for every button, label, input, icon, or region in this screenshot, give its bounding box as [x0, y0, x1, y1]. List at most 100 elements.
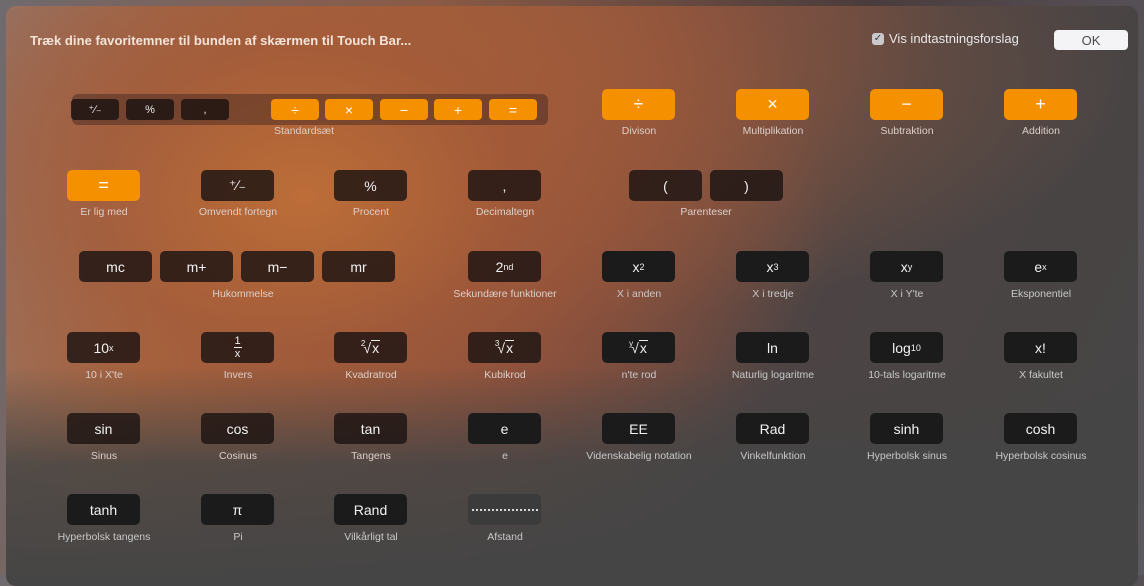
suggestions-checkbox[interactable]: ✓ Vis indtastningsforslag [872, 31, 1019, 46]
nth-root-item[interactable]: y √ x [602, 332, 675, 363]
std-multiply-key: × [325, 99, 373, 120]
ten-power-x-item[interactable]: 10 x [67, 332, 140, 363]
x-squared-item[interactable]: x2 [602, 251, 675, 282]
x-power-y-label: X i Y'te [890, 288, 924, 300]
standard-set-label: Standardsæt [273, 125, 335, 137]
tanh-label: Hyperbolsk tangens [57, 531, 151, 543]
checkmark-icon[interactable]: ✓ [872, 32, 884, 45]
exponential-base: e [1034, 258, 1043, 275]
dotted-spacer-icon [471, 508, 538, 511]
x-squared-label: X i anden [616, 288, 662, 300]
inverse-label: Invers [223, 369, 253, 381]
touchbar-customization-panel: Træk dine favoritemner til bunden af skæ… [6, 6, 1138, 586]
ten-power-base: 10 [93, 339, 110, 356]
std-negate-key: ⁺∕₋ [71, 99, 119, 120]
log10-item[interactable]: log 10 [870, 332, 943, 363]
tan-label: Tangens [351, 450, 391, 462]
decimal-item[interactable]: , [468, 170, 541, 201]
log10-label: 10-tals logaritme [868, 369, 946, 381]
second-functions-label: Sekundære funktioner [453, 288, 557, 300]
natural-log-item[interactable]: ln [736, 332, 809, 363]
x-power-y-item[interactable]: xy [870, 251, 943, 282]
ten-power-x-label: 10 i X'te [85, 369, 123, 381]
root-index: 3 [494, 338, 500, 348]
radicand: x [371, 339, 381, 356]
percent-item[interactable]: % [334, 170, 407, 201]
std-divide-key: ÷ [271, 99, 319, 120]
cube-root-icon: 3 √ x [494, 338, 515, 356]
sinh-item[interactable]: sinh [870, 413, 943, 444]
second-functions-item[interactable]: 2nd [468, 251, 541, 282]
memory-label: Hukommelse [212, 288, 274, 300]
cube-root-label: Kubikrod [484, 369, 526, 381]
cube-root-item[interactable]: 3 √ x [468, 332, 541, 363]
square-root-label: Kvadratrod [345, 369, 397, 381]
root-index: 2 [360, 338, 366, 348]
x-power-y-base: x [900, 258, 908, 275]
pi-item[interactable]: π [201, 494, 274, 525]
sin-label: Sinus [90, 450, 118, 462]
exponential-label: Eksponentiel [1010, 288, 1072, 300]
sinh-label: Hyperbolsk sinus [867, 450, 947, 462]
spacer-item[interactable] [468, 494, 541, 525]
std-percent-key: % [126, 99, 174, 120]
ok-button[interactable]: OK [1054, 30, 1128, 50]
memory-recall-item[interactable]: mr [322, 251, 395, 282]
divide-item[interactable]: ÷ [602, 89, 675, 120]
parentheses-label: Parenteser [680, 206, 732, 218]
memory-add-item[interactable]: m+ [160, 251, 233, 282]
add-item[interactable]: + [1004, 89, 1077, 120]
cos-item[interactable]: cos [201, 413, 274, 444]
square-root-item[interactable]: 2 √ x [334, 332, 407, 363]
divide-label: Divison [621, 125, 657, 137]
inverse-numerator: 1 [234, 335, 241, 347]
square-root-icon: 2 √ x [360, 338, 381, 356]
inverse-denominator: x [234, 348, 241, 360]
exponential-item[interactable]: ex [1004, 251, 1077, 282]
suggestions-label: Vis indtastningsforslag [889, 31, 1019, 46]
memory-subtract-item[interactable]: m− [241, 251, 314, 282]
factorial-item[interactable]: x! [1004, 332, 1077, 363]
x-cubed-item[interactable]: x3 [736, 251, 809, 282]
e-label: e [502, 450, 508, 462]
nth-root-icon: y √ x [629, 338, 648, 356]
rad-item[interactable]: Rad [736, 413, 809, 444]
x-squared-base: x [632, 258, 640, 275]
close-paren-item[interactable]: ) [710, 170, 783, 201]
instructions-text: Træk dine favoritemner til bunden af skæ… [30, 33, 412, 48]
log-base: log [892, 339, 911, 356]
cos-label: Cosinus [219, 450, 257, 462]
equals-item[interactable]: = [67, 170, 140, 201]
spacer-label: Afstand [487, 531, 523, 543]
subtract-label: Subtraktion [880, 125, 934, 137]
percent-label: Procent [352, 206, 390, 218]
tan-item[interactable]: tan [334, 413, 407, 444]
rad-label: Vinkelfunktion [740, 450, 806, 462]
pi-label: Pi [233, 531, 243, 543]
nth-root-label: n'te rod [621, 369, 657, 381]
radicand: x [638, 339, 648, 356]
multiply-item[interactable]: × [736, 89, 809, 120]
sin-item[interactable]: sin [67, 413, 140, 444]
cosh-item[interactable]: cosh [1004, 413, 1077, 444]
negate-item[interactable]: ⁺∕₋ [201, 170, 274, 201]
tanh-item[interactable]: tanh [67, 494, 140, 525]
random-label: Vilkårligt tal [344, 531, 398, 543]
open-paren-item[interactable]: ( [629, 170, 702, 201]
factorial-label: X fakultet [1019, 369, 1063, 381]
radicand: x [505, 339, 515, 356]
random-item[interactable]: Rand [334, 494, 407, 525]
memory-clear-item[interactable]: mc [79, 251, 152, 282]
scientific-notation-label: Videnskabelig notation [586, 450, 692, 462]
equals-label: Er lig med [80, 206, 128, 218]
multiply-label: Multiplikation [742, 125, 804, 137]
inverse-item[interactable]: 1 x [201, 332, 274, 363]
negate-label: Omvendt fortegn [198, 206, 278, 218]
std-decimal-key: , [181, 99, 229, 120]
std-equals-key: = [489, 99, 537, 120]
scientific-notation-item[interactable]: EE [602, 413, 675, 444]
x-cubed-label: X i tredje [752, 288, 794, 300]
e-item[interactable]: e [468, 413, 541, 444]
subtract-item[interactable]: − [870, 89, 943, 120]
root-index: y [629, 338, 634, 348]
